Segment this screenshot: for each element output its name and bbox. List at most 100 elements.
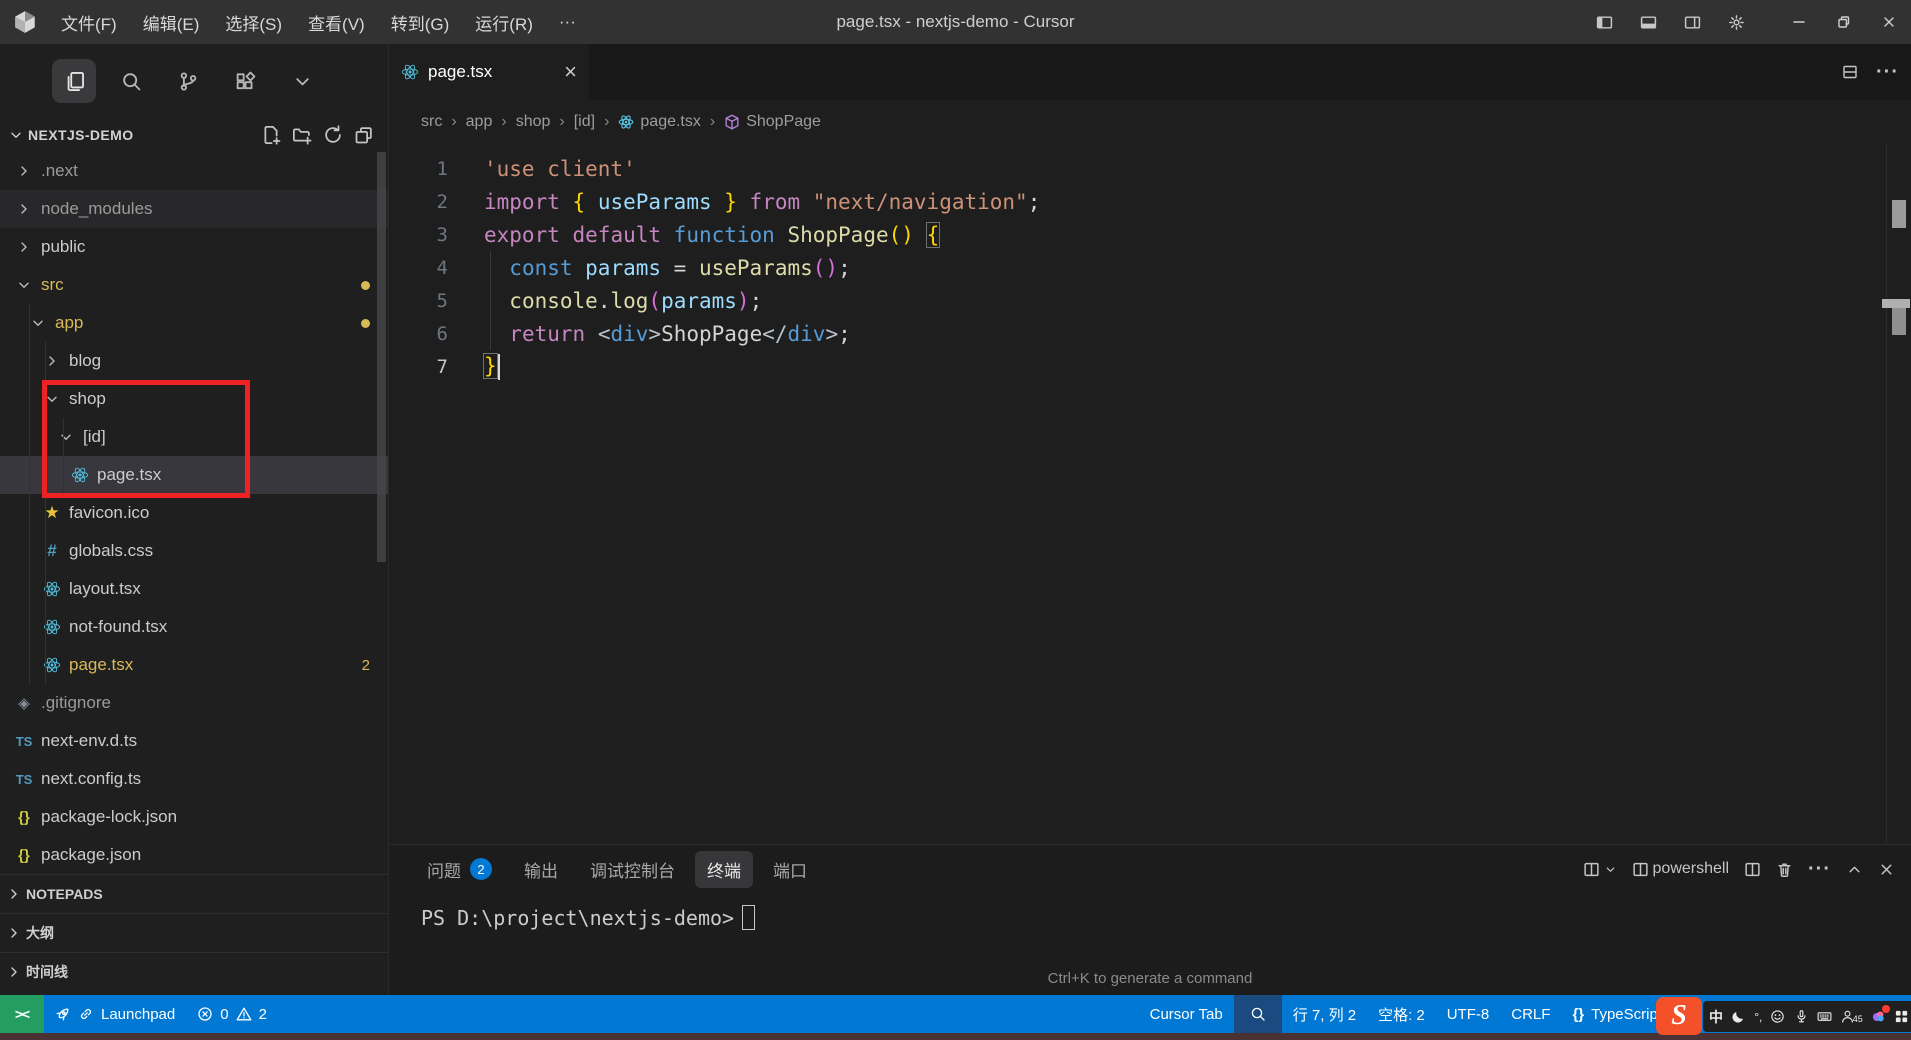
panel-tab-problems[interactable]: 问题2 (415, 851, 504, 888)
tree-item-package-json[interactable]: {}package.json (0, 836, 388, 874)
code-line-7[interactable]: 7} (389, 350, 1911, 383)
code-line-3[interactable]: 3export default function ShopPage() { (389, 218, 1911, 251)
terminal-instance-powershell[interactable]: powershell (1632, 860, 1729, 878)
scrollbar-marker[interactable] (1892, 200, 1906, 228)
activity-source-control[interactable] (166, 59, 210, 103)
collapse-all-button[interactable] (354, 125, 374, 145)
breadcrumb-src[interactable]: src (421, 113, 442, 131)
panel-tab-debug-console[interactable]: 调试控制台 (578, 851, 687, 888)
code-line-6[interactable]: 6 return <div>ShopPage</div>; (389, 317, 1911, 350)
emoji-button[interactable] (1770, 1009, 1785, 1024)
breadcrumb-app[interactable]: app (466, 113, 493, 131)
ime-punctuation-toggle[interactable]: °, (1754, 1010, 1762, 1024)
code-line-5[interactable]: 5 console.log(params); (389, 284, 1911, 317)
menu-file[interactable]: 文件(F) (48, 0, 130, 44)
breadcrumb-id[interactable]: [id] (574, 113, 595, 131)
code-editor[interactable]: 1'use client'2import { useParams } from … (389, 144, 1911, 844)
sogou-logo[interactable]: S (1656, 997, 1702, 1035)
settings-button[interactable] (1714, 0, 1758, 44)
code-line-2[interactable]: 2import { useParams } from "next/navigat… (389, 185, 1911, 218)
tree-item-page-tsx[interactable]: page.tsx (0, 456, 388, 494)
cursor-tab-status[interactable]: Cursor Tab (1139, 995, 1234, 1033)
close-button[interactable] (1866, 0, 1911, 44)
tree-item-package-lock-json[interactable]: {}package-lock.json (0, 798, 388, 836)
eol-status[interactable]: CRLF (1500, 995, 1561, 1033)
launchpad-button[interactable]: Launchpad (44, 995, 186, 1033)
close-icon[interactable]: × (564, 61, 577, 83)
indentation-status[interactable]: 空格: 2 (1367, 995, 1436, 1033)
tree-item-next-config-ts[interactable]: TSnext.config.ts (0, 760, 388, 798)
toggle-left-panel-button[interactable] (1582, 0, 1626, 44)
tree-item-shop[interactable]: shop (0, 380, 388, 418)
voice-input-button[interactable] (1794, 1009, 1809, 1024)
zoom-indicator[interactable] (1234, 995, 1282, 1033)
tree-item-src[interactable]: src (0, 266, 388, 304)
ime-account-button[interactable]: 45 (1840, 1009, 1863, 1024)
tree-item-page-tsx[interactable]: page.tsx2 (0, 646, 388, 684)
tree-item-not-found-tsx[interactable]: not-found.tsx (0, 608, 388, 646)
menu-goto[interactable]: 转到(G) (378, 0, 463, 44)
split-editor-button[interactable] (1842, 64, 1858, 80)
menu-edit[interactable]: 编辑(E) (130, 0, 213, 44)
activity-search[interactable] (109, 59, 153, 103)
toggle-bottom-panel-button[interactable] (1626, 0, 1670, 44)
activity-extensions[interactable] (223, 59, 267, 103)
tree-item-globals-css[interactable]: #globals.css (0, 532, 388, 570)
toggle-right-panel-button[interactable] (1670, 0, 1714, 44)
menu-view[interactable]: 查看(V) (295, 0, 378, 44)
editor-more-actions-button[interactable]: ··· (1876, 61, 1899, 84)
tree-item-id[interactable]: [id] (0, 418, 388, 456)
problems-status[interactable]: 02 (186, 995, 278, 1033)
kill-terminal-button[interactable] (1776, 861, 1793, 878)
panel-tab-ports[interactable]: 端口 (761, 851, 819, 888)
menu-run[interactable]: 运行(R) (462, 0, 546, 44)
explorer-header[interactable]: NEXTJS-DEMO (0, 118, 388, 152)
scrollbar-marker[interactable] (1882, 299, 1910, 308)
line-col-status[interactable]: 行 7, 列 2 (1282, 995, 1367, 1033)
virtual-keyboard-button[interactable] (1817, 1009, 1832, 1024)
menu-selection[interactable]: 选择(S) (212, 0, 295, 44)
tree-item-next-env-d-ts[interactable]: TSnext-env.d.ts (0, 722, 388, 760)
terminal-launch-dropdown[interactable] (1583, 861, 1617, 878)
tree-item-blog[interactable]: blog (0, 342, 388, 380)
skin-button[interactable] (1871, 1009, 1886, 1024)
sidebar-scrollbar[interactable] (377, 152, 386, 562)
scrollbar-marker[interactable] (1892, 308, 1906, 335)
minimize-button[interactable] (1776, 0, 1821, 44)
remote-indicator[interactable]: >< (0, 995, 44, 1033)
panel-tab-terminal[interactable]: 终端 (695, 851, 753, 888)
code-line-1[interactable]: 1'use client' (389, 152, 1911, 185)
activity-more-views[interactable] (280, 59, 324, 103)
split-terminal-button[interactable] (1744, 861, 1761, 878)
new-folder-button[interactable] (292, 125, 312, 145)
maximize-panel-button[interactable] (1846, 861, 1863, 878)
tree-item-public[interactable]: public (0, 228, 388, 266)
code-line-4[interactable]: 4 const params = useParams(); (389, 251, 1911, 284)
close-panel-button[interactable] (1878, 861, 1895, 878)
menu-more[interactable]: ··· (546, 0, 589, 44)
terminal[interactable]: PS D:\project\nextjs-demo> (389, 893, 1911, 930)
ime-toolbox-button[interactable] (1894, 1009, 1909, 1024)
breadcrumb-shoppage[interactable]: ShopPage (724, 113, 821, 131)
section-notepads[interactable]: NOTEPADS (0, 874, 388, 913)
new-file-button[interactable] (261, 125, 281, 145)
tree-item-gitignore[interactable]: ◈.gitignore (0, 684, 388, 722)
tree-item-node-modules[interactable]: node_modules (0, 190, 388, 228)
activity-explorer[interactable] (52, 59, 96, 103)
moon-icon[interactable] (1731, 1009, 1746, 1024)
encoding-status[interactable]: UTF-8 (1436, 995, 1501, 1033)
tree-item-next[interactable]: .next (0, 152, 388, 190)
breadcrumb-page-tsx[interactable]: page.tsx (618, 113, 700, 131)
panel-more-actions-button[interactable]: ··· (1808, 858, 1831, 881)
section-outline[interactable]: 大纲 (0, 913, 388, 952)
tree-item-app[interactable]: app (0, 304, 388, 342)
tree-item-favicon-ico[interactable]: ★favicon.ico (0, 494, 388, 532)
tab-page-tsx[interactable]: page.tsx× (389, 44, 589, 100)
tree-item-layout-tsx[interactable]: layout.tsx (0, 570, 388, 608)
breadcrumb-shop[interactable]: shop (516, 113, 551, 131)
ime-language-toggle[interactable]: 中 (1709, 1007, 1723, 1027)
panel-tab-output[interactable]: 输出 (512, 851, 570, 888)
section-timeline[interactable]: 时间线 (0, 952, 388, 991)
restore-button[interactable] (1821, 0, 1866, 44)
refresh-button[interactable] (323, 125, 343, 145)
